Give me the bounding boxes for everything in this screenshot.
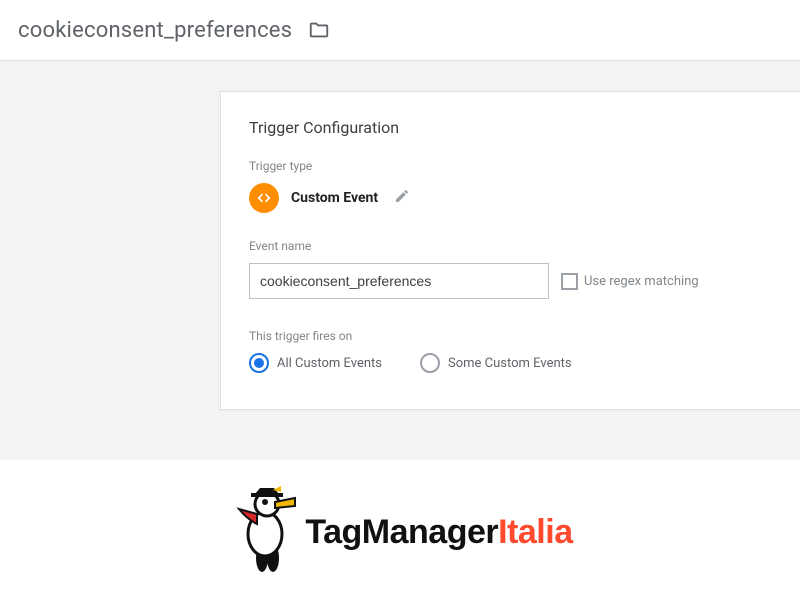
event-name-input[interactable]	[249, 263, 549, 299]
radio-all-custom-events[interactable]: All Custom Events	[249, 353, 382, 373]
regex-checkbox[interactable]	[561, 273, 578, 290]
radio-some-custom-events[interactable]: Some Custom Events	[420, 353, 572, 373]
workspace-area: Trigger Configuration Trigger type Custo…	[0, 60, 800, 460]
header-bar: cookieconsent_preferences	[0, 0, 800, 60]
radio-some-label: Some Custom Events	[448, 356, 572, 371]
folder-icon[interactable]	[308, 19, 330, 41]
logo-text: TagManagerItalia	[305, 513, 572, 552]
trigger-config-panel: Trigger Configuration Trigger type Custo…	[220, 91, 800, 410]
regex-label: Use regex matching	[584, 274, 699, 289]
fires-on-label: This trigger fires on	[249, 329, 772, 343]
fires-on-radio-group: All Custom Events Some Custom Events	[249, 353, 772, 373]
edit-icon[interactable]	[394, 188, 410, 208]
page-title: cookieconsent_preferences	[18, 18, 292, 43]
panel-heading: Trigger Configuration	[249, 118, 772, 137]
trigger-type-name: Custom Event	[291, 190, 378, 206]
logo-part1: TagManager	[305, 513, 498, 551]
event-name-label: Event name	[249, 239, 772, 253]
logo-part2: Italia	[498, 513, 572, 551]
bird-mascot-icon	[227, 484, 297, 580]
regex-checkbox-wrap[interactable]: Use regex matching	[561, 273, 699, 290]
logo: TagManagerItalia	[0, 484, 800, 580]
radio-circle-selected-icon	[249, 353, 269, 373]
radio-all-label: All Custom Events	[277, 356, 382, 371]
custom-event-icon	[249, 183, 279, 213]
trigger-type-label: Trigger type	[249, 159, 772, 173]
radio-circle-unselected-icon	[420, 353, 440, 373]
event-name-row: Use regex matching	[249, 263, 772, 299]
trigger-type-row: Custom Event	[249, 183, 772, 213]
